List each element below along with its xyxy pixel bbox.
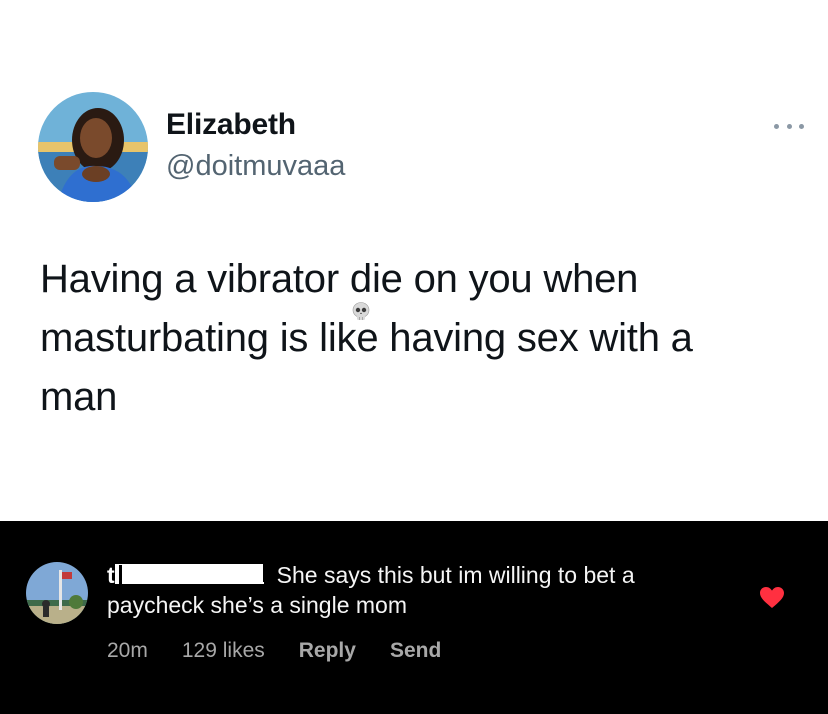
reply-button[interactable]: Reply [299,639,356,663]
ellipsis-icon[interactable] [774,120,804,132]
comment-time: 20m [107,639,148,662]
comment-text-line1: She says this but im willing to bet a [276,562,635,588]
username-redaction-edge [119,565,122,590]
tweet-text: Having a vibrator d ie on you when mastur… [40,250,800,427]
author-avatar[interactable] [38,92,148,202]
commenter-username[interactable]: t [107,562,115,588]
author-handle[interactable]: @doitmuvaaa [166,150,345,183]
tweet-text-line2: masturbating is like having sex with a [40,316,693,360]
comment-meta: 20m 129 likes Reply Send [107,639,475,663]
username-underscore [242,582,264,584]
comment-likes[interactable]: 129 likes [182,639,265,663]
comment-row: t She says this but im willing to bet a p… [0,521,828,714]
tweet-text-line3: man [40,375,118,419]
author-name[interactable]: Elizabeth [166,108,296,142]
heart-icon[interactable] [759,586,785,610]
comment-text-line2: paycheck she’s a single mom [107,592,407,618]
username-redaction [115,564,263,584]
tweet-text-line1a: Having a vibrator d [40,257,372,301]
tweet-text-line1b: ie on you when [371,257,639,301]
tweet-card: Elizabeth @doitmuvaaa Having a vibrator … [0,0,828,521]
send-button[interactable]: Send [390,639,441,663]
commenter-avatar[interactable] [26,562,88,624]
